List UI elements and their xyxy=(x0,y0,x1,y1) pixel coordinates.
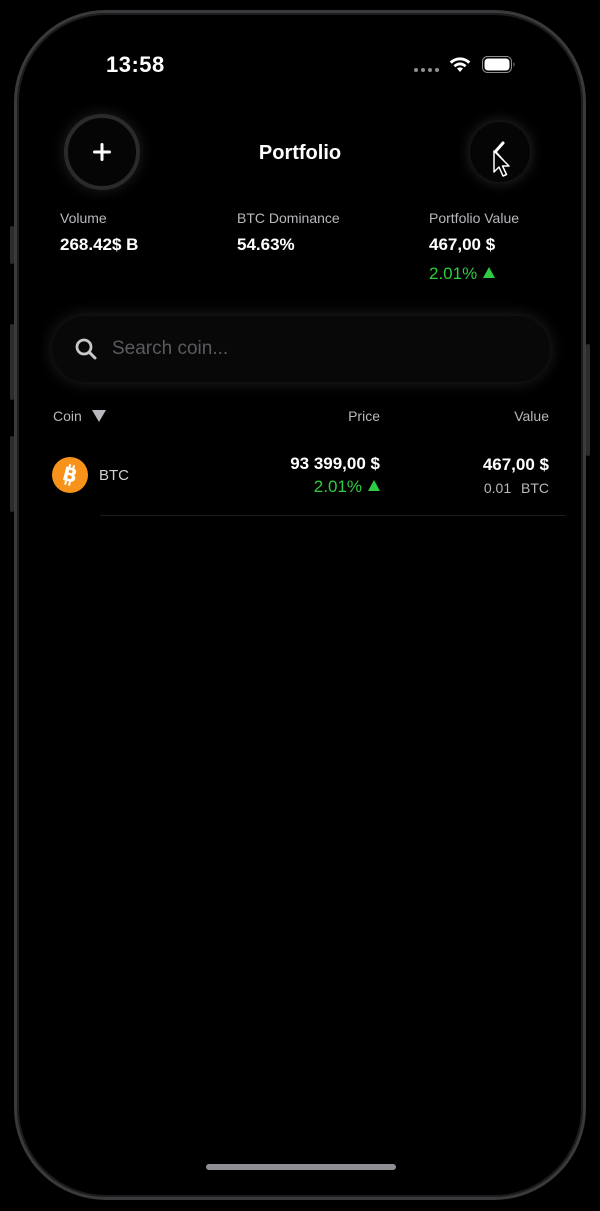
search-icon xyxy=(75,338,97,360)
coin-row-btc[interactable]: B BTC 93 399,00 $ 2.01% 467,00 $ 0.01 BT… xyxy=(52,446,566,516)
stat-label: BTC Dominance xyxy=(237,210,340,226)
stat-portfolio-value: Portfolio Value 467,00 $ 2.01% xyxy=(429,210,519,284)
coin-holding-value: 467,00 $ xyxy=(482,455,549,474)
coin-change-value: 2.01% xyxy=(313,477,362,496)
stat-label: Volume xyxy=(60,210,107,226)
coin-symbol: BTC xyxy=(99,467,129,484)
stat-value: 467,00 $ xyxy=(429,235,496,254)
search-input[interactable] xyxy=(110,337,494,361)
coin-price: 93 399,00 $ xyxy=(290,454,380,473)
power-button xyxy=(586,344,590,456)
status-bar: 13:58 xyxy=(0,0,600,100)
bitcoin-icon: B xyxy=(52,457,88,493)
stat-value: 54.63% xyxy=(237,235,295,254)
stat-change: 2.01% xyxy=(429,264,519,284)
action-button xyxy=(10,226,14,264)
search-bar[interactable] xyxy=(52,316,550,382)
volume-down-button xyxy=(10,436,14,512)
coin-price-change: 2.01% xyxy=(314,477,380,497)
column-label: Coin xyxy=(53,408,82,424)
stat-change-value: 2.01% xyxy=(429,264,478,283)
column-header-price[interactable]: Price xyxy=(348,408,380,424)
stat-label: Portfolio Value xyxy=(429,210,520,226)
wifi-icon xyxy=(449,57,471,72)
triangle-up-icon xyxy=(483,267,496,278)
coin-holding-amount: 0.01 BTC xyxy=(483,480,549,496)
triangle-up-icon xyxy=(368,480,380,491)
status-time: 13:58 xyxy=(106,52,165,77)
cellular-signal-icon xyxy=(414,68,439,72)
row-divider xyxy=(100,515,566,516)
column-header-value[interactable]: Value xyxy=(514,408,549,424)
home-indicator[interactable] xyxy=(206,1164,396,1170)
sort-triangle-down-icon xyxy=(91,410,106,422)
mouse-pointer-icon xyxy=(493,150,510,177)
stat-volume: Volume 268.42$ B xyxy=(60,210,138,255)
volume-up-button xyxy=(10,324,14,400)
column-header-coin[interactable]: Coin xyxy=(53,408,106,424)
stat-value: 268.42$ B xyxy=(60,235,139,254)
stat-btc-dominance: BTC Dominance 54.63% xyxy=(237,210,340,255)
battery-icon xyxy=(482,56,515,73)
